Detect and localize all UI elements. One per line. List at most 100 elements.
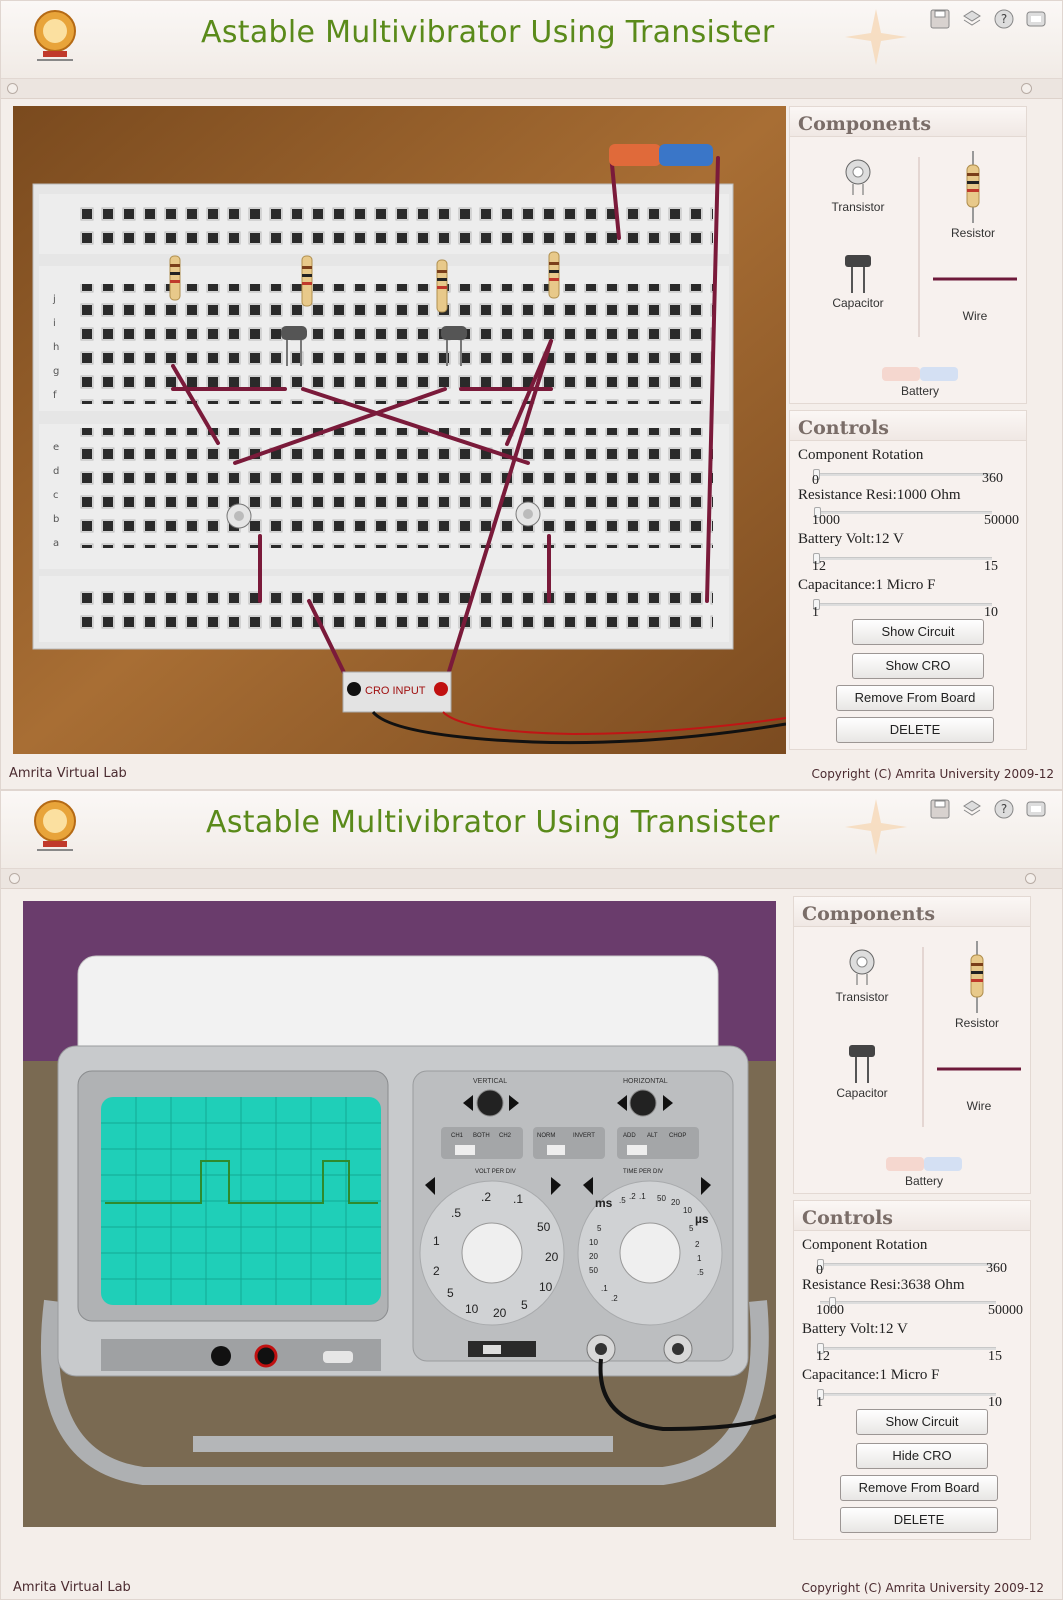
- time-left-0: 5: [597, 1224, 602, 1233]
- hide-cro-button[interactable]: Hide CRO: [856, 1443, 988, 1469]
- component-transistor[interactable]: Transistor: [818, 157, 898, 214]
- show-circuit-button[interactable]: Show Circuit: [852, 619, 984, 645]
- power-switch[interactable]: [323, 1351, 353, 1363]
- resistor-placed[interactable]: [548, 251, 560, 299]
- resistor-placed[interactable]: [301, 255, 313, 307]
- capacitance-slider[interactable]: [817, 1389, 996, 1400]
- resistance-slider[interactable]: [814, 507, 992, 518]
- component-resistor[interactable]: Resistor: [928, 151, 1018, 240]
- component-wire-label: Wire: [962, 309, 988, 323]
- battery-slider[interactable]: [813, 553, 992, 564]
- save-icon[interactable]: [928, 797, 952, 821]
- rotation-slider[interactable]: [813, 469, 992, 480]
- capacitor-icon: [849, 1045, 875, 1083]
- row-label-j: j: [52, 294, 56, 305]
- transistor-placed[interactable]: [515, 501, 541, 527]
- help-icon[interactable]: ?: [992, 7, 1016, 31]
- resistance-slider[interactable]: [820, 1297, 996, 1308]
- window-dot-left: [9, 873, 20, 884]
- component-wire[interactable]: Wire: [932, 273, 1018, 323]
- probe-jack-red[interactable]: [254, 1344, 278, 1368]
- battery-max: 15: [988, 1349, 1002, 1364]
- component-capacitor[interactable]: Capacitor: [818, 253, 898, 310]
- add-label: ADD: [623, 1133, 636, 1139]
- wire-icon: [937, 1067, 1021, 1071]
- controls-box: Controls Component Rotation 0 360 Resist…: [789, 410, 1027, 750]
- amrita-logo: [34, 10, 76, 61]
- time-left-2: 20: [589, 1252, 598, 1261]
- controls-heading: Controls: [790, 411, 1026, 441]
- capacitance-slider[interactable]: [813, 599, 992, 610]
- transistor-icon: [845, 159, 871, 195]
- resistor-placed[interactable]: [436, 259, 448, 313]
- time-unit-ms: ms: [595, 1196, 613, 1210]
- resistor-placed[interactable]: [169, 255, 181, 301]
- breadboard-stage: j i h g f e d c b a CRO INPUT: [13, 106, 786, 754]
- components-box: Components Transistor Resistor Capacitor…: [793, 896, 1031, 1194]
- component-battery[interactable]: Battery: [880, 365, 960, 398]
- save-icon[interactable]: [928, 7, 952, 31]
- horizontal-label: HORIZONTAL: [623, 1078, 668, 1085]
- battery-placed[interactable]: [609, 144, 713, 166]
- time-scale-1: .2: [629, 1192, 636, 1201]
- channel-switch[interactable]: [441, 1127, 523, 1159]
- star-decoration: [845, 9, 907, 65]
- rotation-slider[interactable]: [817, 1259, 996, 1270]
- fullscreen-icon[interactable]: [1024, 7, 1048, 31]
- time-per-div-label: TIME PER DIV: [623, 1169, 663, 1175]
- component-transistor[interactable]: Transistor: [822, 947, 902, 1004]
- time-scale-6: 5: [689, 1224, 694, 1233]
- lab-window-breadboard: Astable Multivibrator Using Transister ?: [0, 0, 1063, 790]
- layers-icon[interactable]: [960, 7, 984, 31]
- battery-label: Battery Volt:12 V: [802, 1321, 908, 1337]
- component-capacitor[interactable]: Capacitor: [822, 1043, 902, 1100]
- volt-scale-0: .5: [451, 1206, 461, 1220]
- rotation-max: 360: [982, 471, 1003, 486]
- components-heading: Components: [790, 107, 1026, 137]
- volt-scale-6: 5: [521, 1298, 528, 1312]
- rotation-max: 360: [986, 1261, 1007, 1276]
- probe-jack-black[interactable]: [211, 1346, 231, 1366]
- component-capacitor-label: Capacitor: [832, 296, 884, 310]
- component-battery[interactable]: Battery: [884, 1155, 964, 1188]
- volt-scale-8: 10: [465, 1302, 479, 1316]
- show-cro-button[interactable]: Show CRO: [852, 653, 984, 679]
- transistor-placed[interactable]: [226, 503, 252, 529]
- capacitance-label: Capacitance:1 Micro F: [798, 577, 936, 593]
- components-divider: [922, 947, 924, 1127]
- resistance-min: 1000: [816, 1303, 844, 1318]
- vertical-position-knob[interactable]: [476, 1089, 504, 1117]
- resistance-label: Resistance Resi:3638 Ohm: [802, 1277, 965, 1293]
- fullscreen-icon[interactable]: [1024, 797, 1048, 821]
- component-capacitor-label: Capacitor: [836, 1086, 888, 1100]
- trigger-slider[interactable]: [468, 1341, 536, 1357]
- component-transistor-label: Transistor: [831, 200, 885, 214]
- capacitance-max: 10: [984, 605, 998, 620]
- transistor-icon: [849, 949, 875, 985]
- horizontal-position-knob[interactable]: [629, 1089, 657, 1117]
- remove-from-board-button[interactable]: Remove From Board: [836, 685, 994, 711]
- show-circuit-button[interactable]: Show Circuit: [856, 1409, 988, 1435]
- side-panel: Components Transistor Resistor Capacitor…: [793, 896, 1031, 1540]
- component-resistor-label: Resistor: [950, 226, 995, 240]
- component-resistor[interactable]: Resistor: [932, 941, 1022, 1030]
- mode-switch[interactable]: [533, 1127, 605, 1159]
- component-wire[interactable]: Wire: [936, 1063, 1022, 1113]
- battery-slider[interactable]: [817, 1343, 996, 1354]
- volt-scale-7: 20: [493, 1306, 507, 1320]
- time-scale-3: 50: [657, 1194, 666, 1203]
- battery-min: 12: [812, 559, 826, 574]
- star-decoration: [845, 799, 907, 855]
- remove-from-board-button[interactable]: Remove From Board: [840, 1475, 998, 1501]
- delete-button[interactable]: DELETE: [836, 717, 994, 743]
- time-scale-5: 10: [683, 1206, 692, 1215]
- time-per-div-knob[interactable]: [619, 1222, 681, 1284]
- help-icon[interactable]: ?: [992, 797, 1016, 821]
- volt-per-div-knob[interactable]: [461, 1222, 523, 1284]
- chop-label: CHOP: [669, 1133, 686, 1139]
- row-label-h: h: [53, 342, 59, 353]
- delete-button[interactable]: DELETE: [840, 1507, 998, 1533]
- component-battery-label: Battery: [904, 1174, 943, 1188]
- time-scale-8: 1: [697, 1254, 702, 1263]
- layers-icon[interactable]: [960, 797, 984, 821]
